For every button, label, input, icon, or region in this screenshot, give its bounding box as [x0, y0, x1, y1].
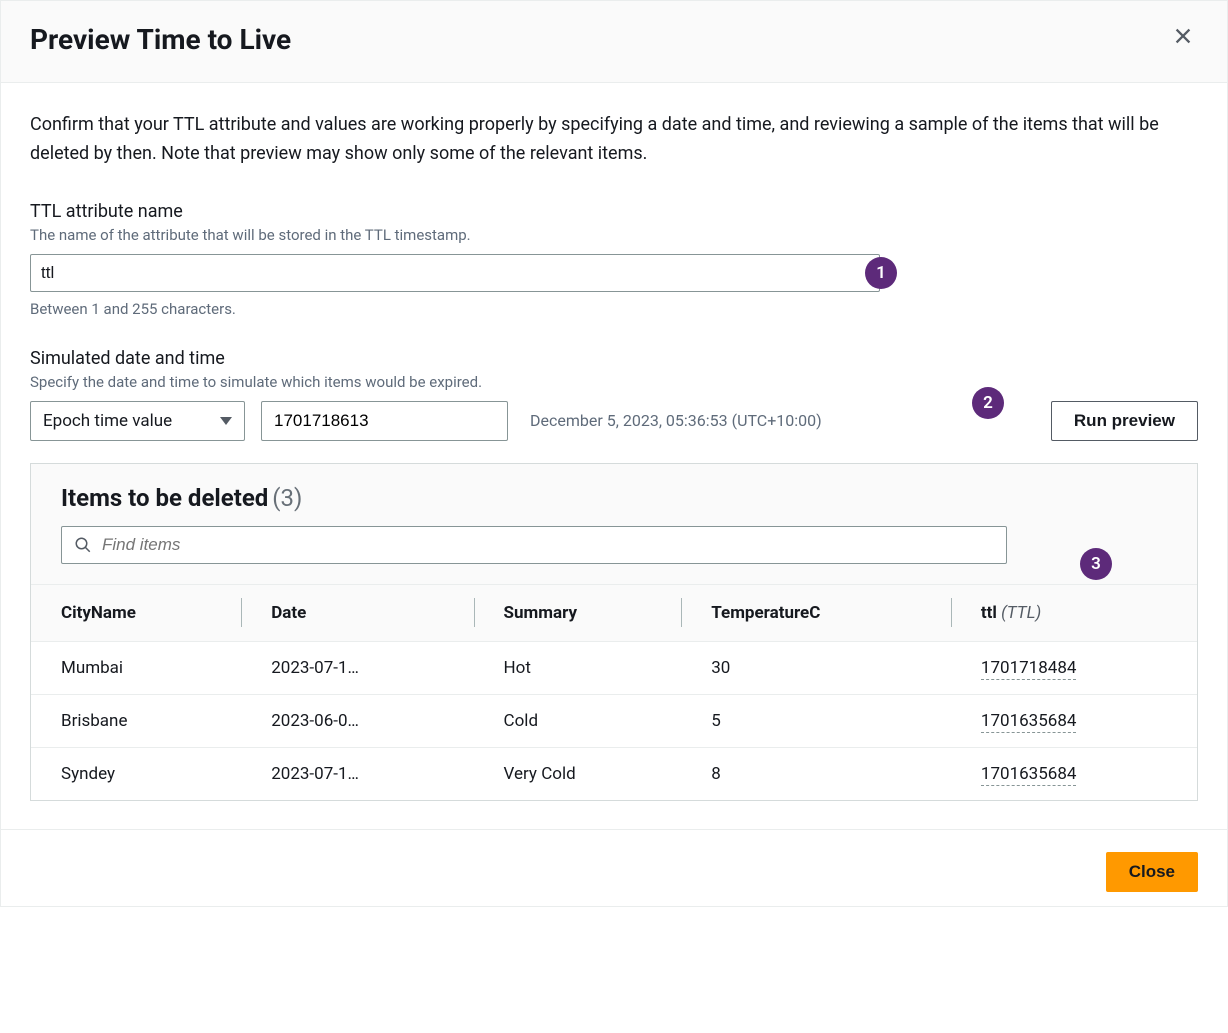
- cell-temperaturec: 30: [681, 641, 951, 694]
- callout-2: 2: [972, 387, 1004, 419]
- cell-summary: Cold: [474, 694, 682, 747]
- cell-cityname: Mumbai: [31, 641, 241, 694]
- ttl-attribute-input[interactable]: [30, 254, 880, 292]
- col-date[interactable]: Date: [241, 584, 473, 641]
- callout-3: 3: [1080, 548, 1112, 580]
- panel-count: (3): [272, 484, 302, 512]
- panel-header: Items to be deleted (3): [31, 464, 1197, 512]
- close-button[interactable]: Close: [1106, 852, 1198, 892]
- modal-header: Preview Time to Live: [1, 1, 1227, 83]
- cell-date: 2023-07-1…: [241, 747, 473, 800]
- items-to-delete-panel: Items to be deleted (3) 3 CityName Date …: [30, 463, 1198, 801]
- ttl-attribute-label: TTL attribute name: [30, 201, 1198, 222]
- cell-summary: Very Cold: [474, 747, 682, 800]
- ttl-preview-modal: Preview Time to Live Confirm that your T…: [0, 0, 1228, 907]
- modal-body: Confirm that your TTL attribute and valu…: [1, 83, 1227, 829]
- cell-summary: Hot: [474, 641, 682, 694]
- simulated-datetime-label: Simulated date and time: [30, 348, 1198, 369]
- col-ttl[interactable]: ttl (TTL): [951, 584, 1197, 641]
- search-icon: [74, 536, 92, 554]
- cell-date: 2023-06-0…: [241, 694, 473, 747]
- ttl-attribute-help: The name of the attribute that will be s…: [30, 226, 1198, 244]
- col-cityname[interactable]: CityName: [31, 584, 241, 641]
- modal-description: Confirm that your TTL attribute and valu…: [30, 111, 1198, 169]
- cell-ttl: 1701635684: [951, 694, 1197, 747]
- modal-title: Preview Time to Live: [30, 23, 291, 56]
- epoch-value-input[interactable]: [261, 401, 508, 441]
- time-mode-value: Epoch time value: [43, 411, 172, 431]
- search-input[interactable]: [102, 535, 994, 555]
- results-table: CityName Date Summary TemperatureC ttl (…: [31, 584, 1197, 800]
- cell-temperaturec: 8: [681, 747, 951, 800]
- ttl-attribute-constraint: Between 1 and 255 characters.: [30, 300, 1198, 318]
- callout-1: 1: [865, 257, 897, 289]
- time-mode-select[interactable]: Epoch time value: [30, 401, 245, 441]
- cell-ttl: 1701635684: [951, 747, 1197, 800]
- table-row[interactable]: Syndey2023-07-1…Very Cold81701635684: [31, 747, 1197, 800]
- close-icon[interactable]: [1168, 21, 1198, 58]
- col-temperaturec[interactable]: TemperatureC: [681, 584, 951, 641]
- simulated-datetime-field: Simulated date and time Specify the date…: [30, 348, 1198, 441]
- simulated-datetime-help: Specify the date and time to simulate wh…: [30, 373, 1198, 391]
- table-row[interactable]: Brisbane2023-06-0…Cold51701635684: [31, 694, 1197, 747]
- col-summary[interactable]: Summary: [474, 584, 682, 641]
- table-header-row: CityName Date Summary TemperatureC ttl (…: [31, 584, 1197, 641]
- ttl-attribute-field: TTL attribute name The name of the attri…: [30, 201, 1198, 318]
- formatted-timestamp: December 5, 2023, 05:36:53 (UTC+10:00): [530, 411, 822, 430]
- table-row[interactable]: Mumbai2023-07-1…Hot301701718484: [31, 641, 1197, 694]
- cell-ttl: 1701718484: [951, 641, 1197, 694]
- modal-footer: Close: [1, 829, 1227, 906]
- cell-temperaturec: 5: [681, 694, 951, 747]
- cell-date: 2023-07-1…: [241, 641, 473, 694]
- search-box[interactable]: [61, 526, 1007, 564]
- cell-cityname: Brisbane: [31, 694, 241, 747]
- panel-title: Items to be deleted: [61, 484, 268, 512]
- chevron-down-icon: [220, 417, 232, 425]
- cell-cityname: Syndey: [31, 747, 241, 800]
- run-preview-button[interactable]: Run preview: [1051, 401, 1198, 441]
